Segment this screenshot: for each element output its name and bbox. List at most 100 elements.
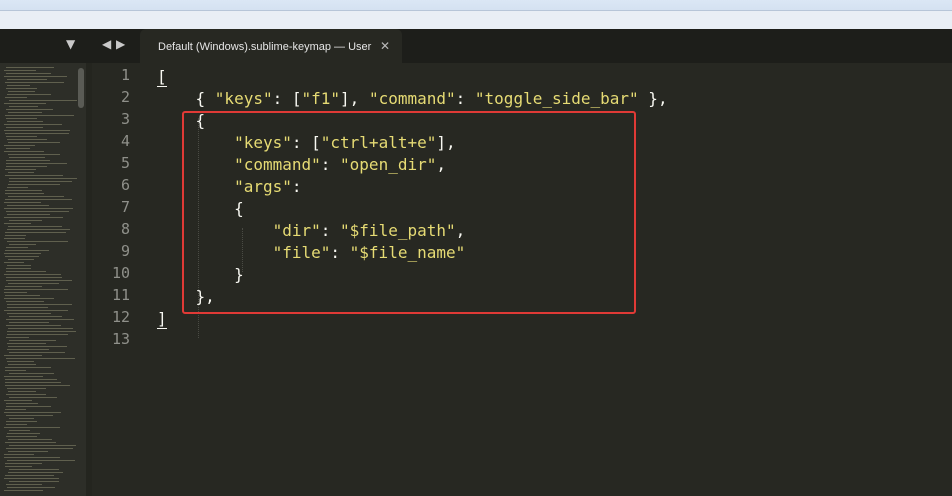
arrow-right-icon[interactable]: ▶ <box>116 37 125 51</box>
tab-bar: ▼ ◀ ▶ Default (Windows).sublime-keymap —… <box>0 29 952 63</box>
minimap-text-line <box>9 340 56 341</box>
minimap-text-line <box>8 451 48 452</box>
minimap-text-line <box>4 427 60 428</box>
minimap-text-line <box>9 430 30 431</box>
line-number: 5 <box>120 154 130 172</box>
minimap-text-line <box>6 268 31 269</box>
minimap-text-line <box>9 469 59 470</box>
line-number: 13 <box>111 330 130 348</box>
minimap-text-line <box>8 91 35 92</box>
minimap-text-line <box>5 232 66 233</box>
minimap-text-line <box>6 163 67 164</box>
minimap-text-line <box>7 361 34 362</box>
minimap-text-line <box>5 115 74 116</box>
minimap-text-line <box>4 274 61 275</box>
minimap-text-line <box>8 328 73 329</box>
minimap-text-line <box>5 190 42 191</box>
minimap-text-line <box>9 445 76 446</box>
minimap-text-line <box>4 238 25 239</box>
minimap-text-line <box>8 112 42 113</box>
line-number: 3 <box>120 110 130 128</box>
minimap-text-line <box>7 349 49 350</box>
minimap-text-line <box>9 481 59 482</box>
minimap-text-line <box>5 370 26 371</box>
minimap-text-line <box>6 247 28 248</box>
minimap-text-line <box>5 379 57 380</box>
minimap-text-line <box>6 67 54 68</box>
minimap-text-line <box>9 352 65 353</box>
minimap-text-line <box>4 454 34 455</box>
string-token: "keys" <box>214 89 273 108</box>
minimap-text-line <box>5 199 72 200</box>
tab-keymap-file[interactable]: Default (Windows).sublime-keymap — User … <box>140 29 402 63</box>
line-number: 11 <box>111 286 130 304</box>
minimap-text-line <box>5 466 32 467</box>
minimap-text-line <box>7 433 40 434</box>
line-number: 9 <box>120 242 130 260</box>
minimap-text-line <box>4 400 32 401</box>
minimap-text-line <box>6 403 38 404</box>
minimap-text-line <box>6 406 51 407</box>
minimap-text-line <box>8 142 60 143</box>
minimap[interactable] <box>0 63 86 496</box>
code-line: [ <box>157 66 167 88</box>
minimap-text-line <box>9 220 42 221</box>
minimap-text-line <box>6 148 30 149</box>
minimap-text-line <box>8 364 36 365</box>
minimap-text-line <box>7 343 46 344</box>
minimap-text-line <box>7 139 47 140</box>
minimap-text-line <box>5 463 42 464</box>
chevron-down-icon[interactable]: ▼ <box>66 37 75 51</box>
minimap-text-line <box>4 376 43 377</box>
minimap-text-line <box>9 418 34 419</box>
minimap-text-line <box>6 484 42 485</box>
minimap-text-line <box>6 160 50 161</box>
minimap-text-line <box>6 211 69 212</box>
minimap-text-line <box>9 157 45 158</box>
minimap-text-line <box>4 412 61 413</box>
minimap-text-line <box>6 436 37 437</box>
minimap-text-line <box>5 475 54 476</box>
arrow-left-icon[interactable]: ◀ <box>102 37 111 51</box>
minimap-text-line <box>7 304 72 305</box>
string-token: "command" <box>368 89 456 108</box>
minimap-text-line <box>4 130 70 131</box>
minimap-text-line <box>8 259 34 260</box>
minimap-text-line <box>5 286 42 287</box>
minimap-text-line <box>4 490 43 491</box>
string-token: "f1" <box>301 89 341 108</box>
minimap-text-line <box>4 217 63 218</box>
minimap-text-line <box>4 457 60 458</box>
minimap-text-line <box>5 133 69 134</box>
minimap-text-line <box>5 367 51 368</box>
minimap-text-line <box>4 298 54 299</box>
minimap-text-line <box>4 253 41 254</box>
close-icon[interactable]: ✕ <box>380 39 390 53</box>
minimap-text-line <box>6 421 37 422</box>
minimap-text-line <box>6 73 51 74</box>
minimap-text-line <box>5 97 27 98</box>
minimap-text-line <box>5 82 64 83</box>
minimap-text-line <box>5 295 40 296</box>
minimap-text-line <box>8 391 36 392</box>
minimap-text-line <box>6 277 62 278</box>
line-number: 1 <box>120 66 130 84</box>
minimap-text-line <box>4 223 31 224</box>
minimap-text-line <box>7 94 51 95</box>
minimap-scroll-thumb[interactable] <box>78 68 84 108</box>
minimap-text-line <box>8 196 64 197</box>
minimap-text-line <box>4 124 62 125</box>
minimap-text-line <box>6 136 37 137</box>
minimap-text-line <box>8 154 60 155</box>
minimap-text-line <box>9 373 54 374</box>
minimap-text-line <box>5 193 44 194</box>
punctuation-token: : <box>455 89 475 108</box>
minimap-text-line <box>8 184 60 185</box>
minimap-text-line <box>7 331 76 332</box>
minimap-text-line <box>4 151 44 152</box>
minimap-text-line <box>6 109 53 110</box>
minimap-text-line <box>6 118 37 119</box>
minimap-text-line <box>4 76 67 77</box>
code-line: { "keys": ["f1"], "command": "toggle_sid… <box>157 88 668 110</box>
minimap-text-line <box>4 292 27 293</box>
